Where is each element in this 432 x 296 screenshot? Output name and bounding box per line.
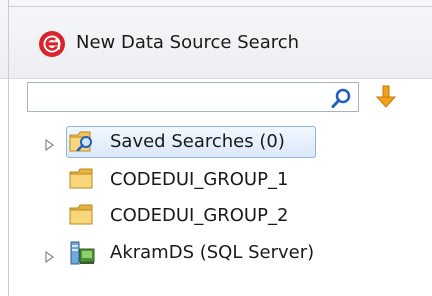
down-arrow-icon[interactable] [374, 84, 398, 110]
panel-title[interactable]: New Data Source Search [76, 31, 299, 55]
tree-node-label[interactable]: CODEDUI_GROUP_1 [110, 168, 288, 192]
folder-icon [69, 168, 93, 189]
saved-search-folder-icon [69, 131, 92, 152]
magnifier-icon[interactable] [330, 87, 352, 109]
expand-arrow-icon[interactable] [45, 139, 55, 151]
tree-node-label[interactable]: AkramDS (SQL Server) [110, 241, 314, 265]
search-input[interactable] [32, 86, 316, 110]
expand-arrow-icon[interactable] [45, 251, 55, 263]
panel-top-border [8, 6, 432, 7]
search-box [27, 82, 359, 112]
e-logo-icon [39, 31, 65, 57]
panel-left-border [8, 0, 9, 296]
tree-node-label[interactable]: CODEDUI_GROUP_2 [110, 204, 288, 228]
folder-icon [69, 204, 93, 225]
tree-node-label[interactable]: Saved Searches (0) [110, 130, 285, 154]
data-source-search-panel: New Data Source Search Saved Searches (0… [0, 0, 432, 296]
database-server-icon [70, 241, 95, 265]
